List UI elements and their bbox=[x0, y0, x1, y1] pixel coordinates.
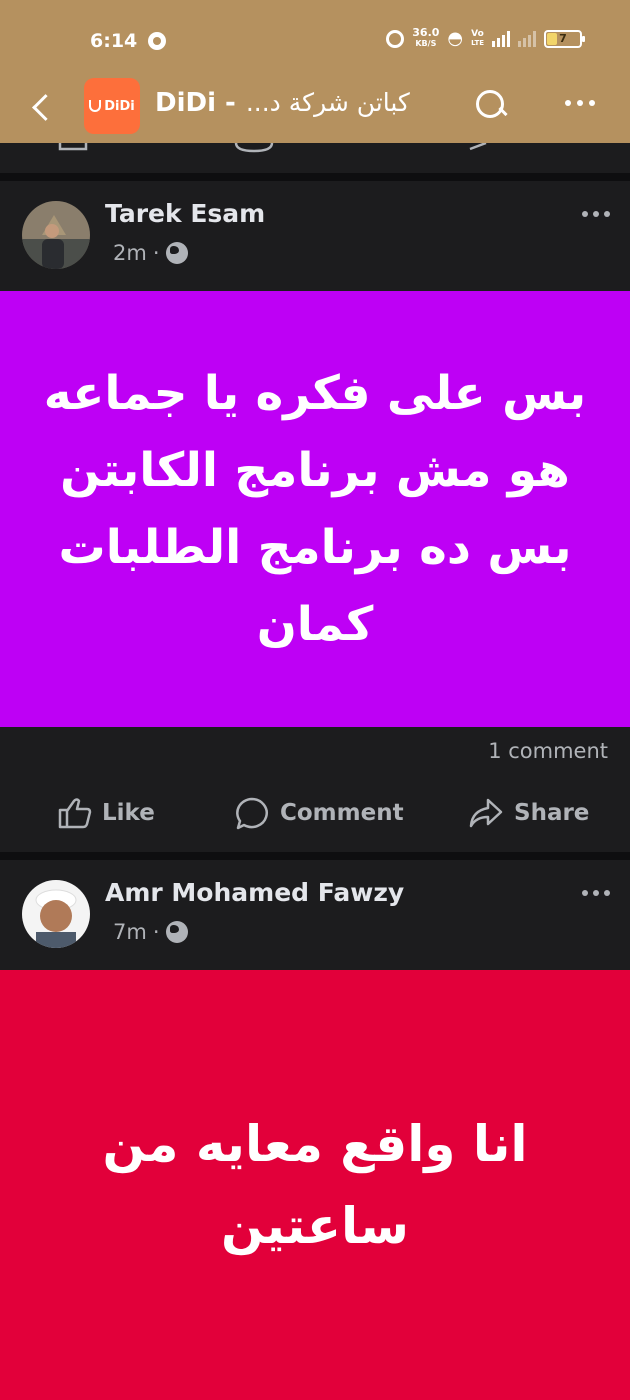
globe-icon bbox=[165, 242, 188, 264]
more-options-icon[interactable] bbox=[565, 100, 595, 106]
post-time[interactable]: 2m bbox=[113, 241, 147, 265]
post-more-icon[interactable] bbox=[582, 211, 610, 217]
group-title-prefix: DiDi - bbox=[155, 88, 236, 118]
post-time[interactable]: 7m bbox=[113, 920, 147, 944]
status-time: 6:14 bbox=[90, 30, 138, 52]
like-icon bbox=[58, 798, 92, 829]
top-header: 6:14 36.0 KB/S ◓ Vo LTE 7 DiDi DiDi - كب bbox=[0, 0, 630, 143]
volte-bottom: LTE bbox=[471, 38, 484, 47]
volte-icon: Vo LTE bbox=[471, 28, 484, 48]
avatar-tarek-esam[interactable] bbox=[22, 201, 90, 269]
whatsapp-notification-icon bbox=[148, 32, 166, 50]
avatar-amr-mohamed-fawzy[interactable] bbox=[22, 880, 90, 948]
post-meta-separator: · bbox=[152, 241, 160, 265]
post-author-name[interactable]: Amr Mohamed Fawzy bbox=[105, 878, 404, 907]
post-meta: 2m · bbox=[113, 241, 188, 265]
previous-post-actions-partial bbox=[0, 143, 630, 173]
group-title[interactable]: DiDi - كباتن شركة د... bbox=[155, 88, 445, 118]
share-button[interactable]: Share bbox=[468, 797, 589, 829]
post-header-amr: Amr Mohamed Fawzy 7m · bbox=[0, 860, 630, 970]
battery-level: 7 bbox=[559, 31, 567, 45]
post-text: بس على فكره يا جماعه هو مش برنامج الكابت… bbox=[43, 366, 587, 652]
status-bar: 6:14 36.0 KB/S ◓ Vo LTE 7 bbox=[0, 0, 630, 80]
post-actions: Like Comment Share bbox=[0, 783, 630, 843]
like-label: Like bbox=[102, 800, 155, 826]
comment-icon bbox=[236, 797, 268, 830]
globe-icon bbox=[165, 921, 188, 943]
comment-button[interactable]: Comment bbox=[234, 796, 404, 830]
post-meta-separator: · bbox=[152, 920, 160, 944]
search-icon[interactable] bbox=[474, 88, 508, 122]
network-speed-unit: KB/S bbox=[415, 39, 437, 48]
post-author-name[interactable]: Tarek Esam bbox=[105, 199, 265, 228]
like-button[interactable]: Like bbox=[58, 797, 155, 829]
post-separator bbox=[0, 173, 630, 181]
post-header-tarek: Tarek Esam 2m · bbox=[0, 181, 630, 291]
alarm-icon bbox=[386, 29, 405, 48]
post-footer-tarek: 1 comment Like Comment Share bbox=[0, 727, 630, 852]
network-speed-value: 36.0 bbox=[412, 26, 440, 39]
signal-strength-sim2-icon bbox=[518, 30, 536, 47]
status-icons: 36.0 KB/S ◓ Vo LTE 7 bbox=[386, 26, 585, 49]
group-navbar: DiDi DiDi - كباتن شركة د... bbox=[0, 78, 630, 138]
share-icon bbox=[469, 798, 503, 828]
post-text: انا واقع معايه من ساعتين bbox=[102, 1115, 528, 1255]
didi-app-logo[interactable]: DiDi bbox=[84, 78, 140, 134]
didi-logo-text: DiDi bbox=[104, 98, 135, 114]
avatar-amr-mohamed-fawzy-image bbox=[22, 880, 90, 948]
comment-label: Comment bbox=[280, 800, 404, 826]
previous-post-action-icons-partial bbox=[58, 143, 487, 153]
post-text-card[interactable]: انا واقع معايه من ساعتين bbox=[0, 970, 630, 1400]
comment-count[interactable]: 1 comment bbox=[488, 739, 608, 763]
network-speed: 36.0 KB/S bbox=[412, 26, 440, 49]
didi-logo-mark-icon bbox=[89, 100, 102, 112]
avatar-tarek-esam-image bbox=[22, 201, 90, 269]
volte-top: Vo bbox=[471, 28, 484, 39]
group-title-arabic: كباتن شركة د... bbox=[245, 88, 410, 117]
wifi-icon: ◓ bbox=[447, 28, 464, 49]
post-text-card[interactable]: بس على فكره يا جماعه هو مش برنامج الكابت… bbox=[0, 291, 630, 727]
post-meta: 7m · bbox=[113, 920, 188, 944]
signal-strength-icon bbox=[492, 30, 510, 47]
post-separator bbox=[0, 852, 630, 860]
battery-icon: 7 bbox=[544, 29, 585, 48]
back-arrow-icon[interactable] bbox=[28, 90, 56, 126]
post-more-icon[interactable] bbox=[582, 890, 610, 896]
share-label: Share bbox=[514, 800, 590, 826]
